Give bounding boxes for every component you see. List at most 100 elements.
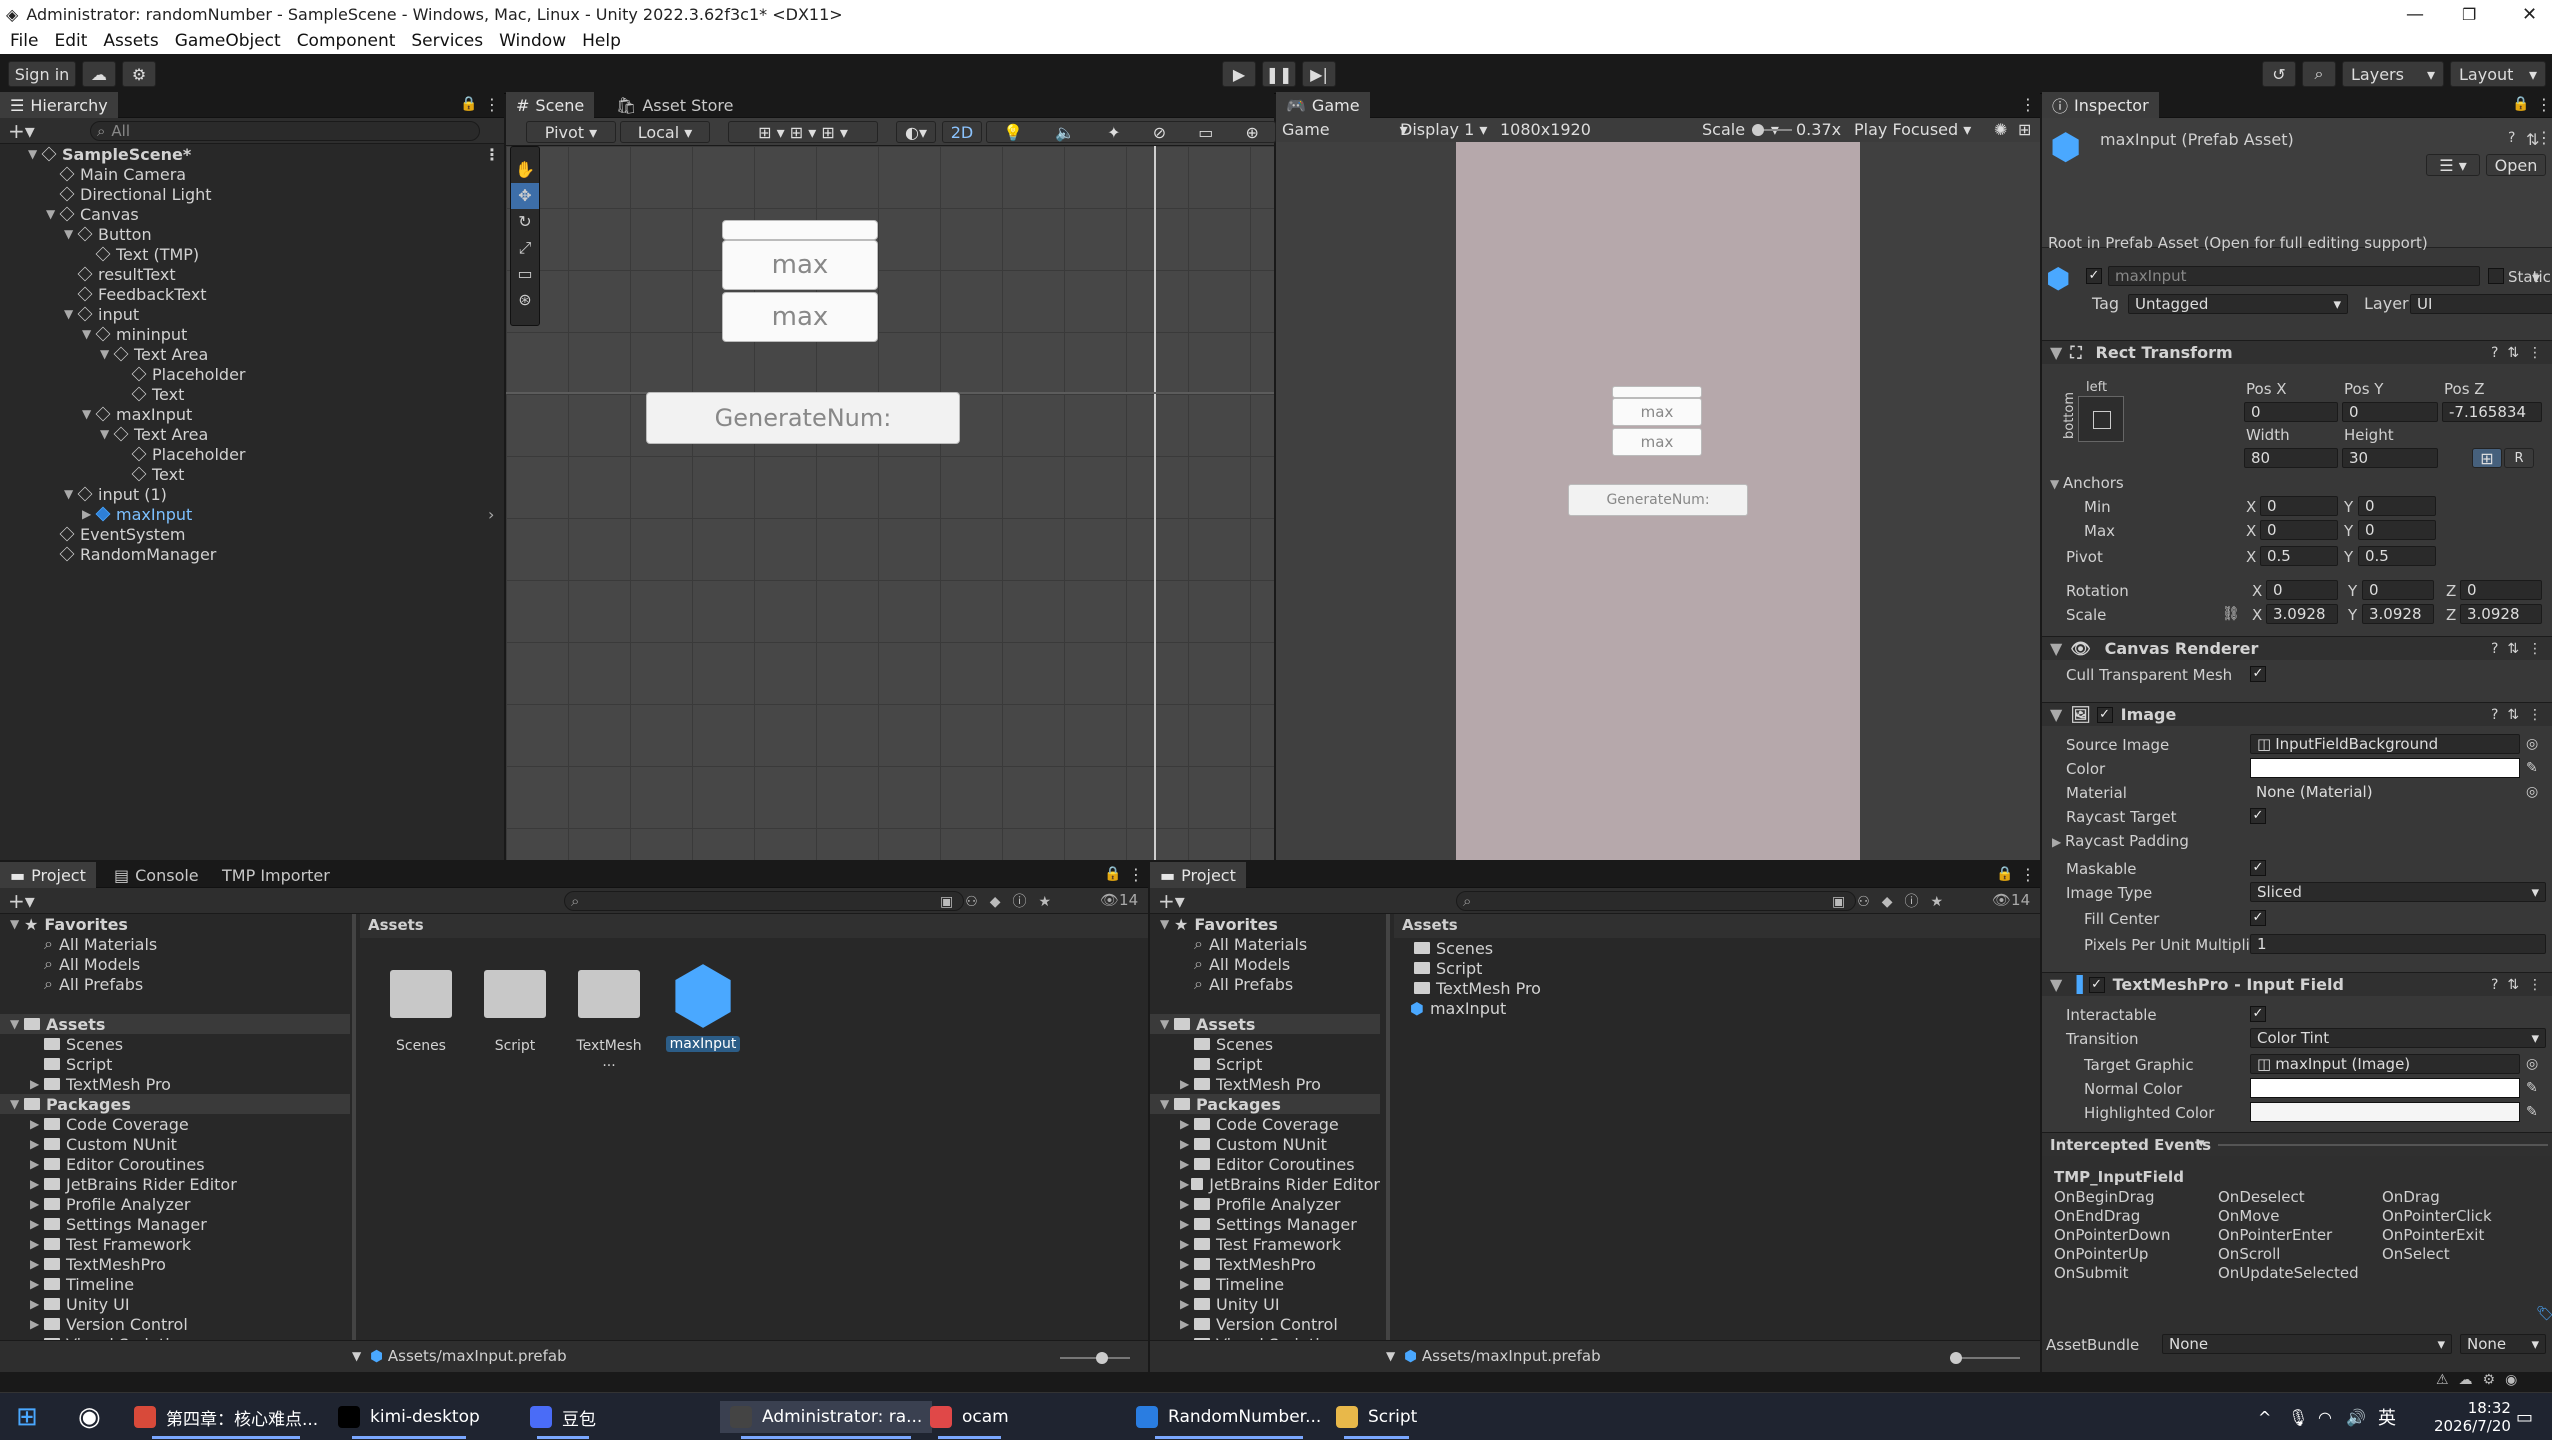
layout-dropdown[interactable]: Layout ▾: [2450, 61, 2546, 87]
chevron-down-icon[interactable]: ▼: [82, 327, 96, 341]
collab-icon[interactable]: ⚙: [122, 61, 156, 87]
anchor-min-x-field[interactable]: 0: [2260, 496, 2338, 516]
eyedropper-icon[interactable]: ✎: [2526, 1080, 2538, 1096]
menu-edit[interactable]: Edit: [54, 31, 87, 51]
chevron-right-icon[interactable]: ▶: [30, 1297, 44, 1311]
notification-icon[interactable]: ▭: [2516, 1401, 2533, 1433]
taskbar-app[interactable]: ocam: [930, 1401, 1009, 1439]
blueprint-mode-icon[interactable]: ⊞: [2472, 448, 2502, 468]
hierarchy-item[interactable]: Placeholder: [0, 364, 504, 384]
chevron-right-icon[interactable]: ▶: [1180, 1257, 1194, 1271]
hand-tool-icon[interactable]: ✋: [511, 157, 539, 183]
rect-transform-header[interactable]: ▼ ⛶ Rect Transform? ⇅ ⋮: [2042, 340, 2552, 364]
project-tree-item[interactable]: ▶ Version Control: [1150, 1314, 1380, 1334]
project-tree-item[interactable]: ▶ TextMesh Pro: [1150, 1074, 1380, 1094]
kebab-menu-icon[interactable]: ⋮: [484, 95, 500, 114]
project-tree-item[interactable]: ▶ Code Coverage: [0, 1114, 350, 1134]
raycast-target-checkbox[interactable]: ✓: [2250, 808, 2266, 824]
project-tree-item[interactable]: ▶ Settings Manager: [0, 1214, 350, 1234]
view-options-dropdown[interactable]: ☰ ▾: [2426, 154, 2480, 176]
chevron-right-icon[interactable]: ▶: [1180, 1077, 1194, 1091]
asset-list-item[interactable]: Script: [1394, 958, 2040, 978]
object-picker-icon[interactable]: ◎: [2526, 1056, 2538, 1072]
project-tree-item[interactable]: ▶ Custom NUnit: [1150, 1134, 1380, 1154]
project2-filter-icons[interactable]: ▣⚇◆ⓘ★: [1832, 891, 1955, 911]
eyedropper-icon[interactable]: ✎: [2526, 760, 2538, 776]
anchor-max-x-field[interactable]: 0: [2260, 520, 2338, 540]
menu-assets[interactable]: Assets: [103, 31, 158, 51]
scale-y-field[interactable]: 3.0928: [2362, 604, 2434, 624]
asset-list-item[interactable]: ⬢ maxInput: [1394, 998, 2040, 1018]
asset-maxinput[interactable]: ⬢ maxInput: [658, 957, 748, 1078]
tmp-input-field-header[interactable]: ▼ ▐ ✓ TextMeshPro - Input Field? ⇅ ⋮: [2042, 972, 2552, 996]
tab-project-2[interactable]: ▬ Project: [1150, 862, 1246, 888]
cull-checkbox[interactable]: ✓: [2250, 666, 2266, 682]
chevron-right-icon[interactable]: ›: [488, 505, 494, 524]
pivot-dropdown[interactable]: Pivot ▾: [526, 121, 616, 143]
project-tree-item[interactable]: ▶ Version Control: [0, 1314, 350, 1334]
game-mode-dropdown[interactable]: Game ▾: [1282, 120, 1408, 139]
chevron-right-icon[interactable]: ▶: [30, 1317, 44, 1331]
project-tree-item[interactable]: ▶ Editor Coroutines: [1150, 1154, 1380, 1174]
hierarchy-item[interactable]: Main Camera: [0, 164, 504, 184]
microphone-icon[interactable]: 🎙: [2288, 1401, 2308, 1433]
scale-z-field[interactable]: 3.0928: [2460, 604, 2542, 624]
game-input-top[interactable]: [1612, 386, 1702, 398]
hierarchy-item[interactable]: ▶ maxInput ›: [0, 504, 504, 524]
chevron-down-icon[interactable]: ▼: [10, 1097, 24, 1111]
tab-console[interactable]: ▤ Console: [104, 862, 209, 888]
asset-list-item[interactable]: Scenes: [1394, 938, 2040, 958]
taskbar-app[interactable]: 豆包: [530, 1401, 596, 1439]
taskbar-app[interactable]: RandomNumber...: [1136, 1401, 1321, 1439]
project-tree-item[interactable]: ⌕ All Prefabs: [1150, 974, 1380, 994]
windows-start-icon[interactable]: ⊞: [16, 1401, 38, 1433]
add-icon[interactable]: +▾: [8, 119, 35, 143]
project-tree-item[interactable]: ▶ Profile Analyzer: [0, 1194, 350, 1214]
tab-scene[interactable]: # Scene: [506, 92, 595, 118]
active-checkbox[interactable]: ✓: [2086, 268, 2102, 284]
project-tree-item[interactable]: ⌕ All Materials: [0, 934, 350, 954]
hierarchy-item[interactable]: ▼ Text Area: [0, 344, 504, 364]
width-field[interactable]: 80: [2244, 448, 2338, 468]
project-tree-item[interactable]: Scenes: [0, 1034, 350, 1054]
pivot-y-field[interactable]: 0.5: [2358, 546, 2436, 566]
taskbar-app[interactable]: 第四章：核心难点...: [134, 1401, 318, 1439]
help-icon[interactable]: ?: [2508, 130, 2515, 146]
chevron-down-icon[interactable]: ▼: [64, 307, 78, 321]
tab-game[interactable]: 🎮 Game: [1276, 92, 1370, 118]
rotate-tool-icon[interactable]: ↻: [511, 209, 539, 235]
menu-file[interactable]: File: [10, 31, 38, 51]
search-icon[interactable]: ⌕: [2302, 61, 2336, 87]
hierarchy-item[interactable]: EventSystem: [0, 524, 504, 544]
hierarchy-item[interactable]: resultText: [0, 264, 504, 284]
icon-size-slider[interactable]: [1060, 1352, 1130, 1364]
rect-tool-icon[interactable]: ▭: [511, 261, 539, 287]
close-icon[interactable]: ✕: [2522, 4, 2537, 25]
kebab-menu-icon[interactable]: ⋮: [2020, 865, 2036, 884]
asset-folder[interactable]: Scenes: [376, 958, 466, 1078]
height-field[interactable]: 30: [2342, 448, 2438, 468]
fill-center-checkbox[interactable]: ✓: [2250, 910, 2266, 926]
project-tree-item[interactable]: ▶ Timeline: [1150, 1274, 1380, 1294]
chevron-right-icon[interactable]: ▶: [1180, 1237, 1194, 1251]
hierarchy-item[interactable]: ▼ SampleScene* ⋮: [0, 144, 504, 164]
scale-x-field[interactable]: 3.0928: [2266, 604, 2338, 624]
assetbundle-dropdown[interactable]: None ▾: [2162, 1334, 2452, 1354]
chevron-down-icon[interactable]: ▾: [2532, 268, 2540, 287]
hierarchy-item[interactable]: ▼ input: [0, 304, 504, 324]
raw-edit-button[interactable]: R: [2504, 448, 2534, 468]
chevron-right-icon[interactable]: ▶: [30, 1257, 44, 1271]
kebab-menu-icon[interactable]: ⋮: [2536, 128, 2552, 147]
project-tree-item[interactable]: Script: [1150, 1054, 1380, 1074]
hierarchy-item[interactable]: ▼ input (1): [0, 484, 504, 504]
maximize-icon[interactable]: ❐: [2462, 5, 2476, 24]
transition-dropdown[interactable]: Color Tint ▾: [2250, 1028, 2546, 1048]
chevron-right-icon[interactable]: ▶: [30, 1117, 44, 1131]
local-dropdown[interactable]: Local ▾: [620, 121, 710, 143]
object-picker-icon[interactable]: ◎: [2526, 736, 2538, 752]
assetbundle-variant-dropdown[interactable]: None ▾: [2460, 1334, 2546, 1354]
game-generate-button[interactable]: GenerateNum:: [1568, 484, 1748, 516]
snap-tools[interactable]: ⊞ ▾ ⊞ ▾ ⊞ ▾: [728, 121, 878, 143]
project-tree-item[interactable]: ▶ Code Coverage: [1150, 1114, 1380, 1134]
hierarchy-item[interactable]: FeedbackText: [0, 284, 504, 304]
